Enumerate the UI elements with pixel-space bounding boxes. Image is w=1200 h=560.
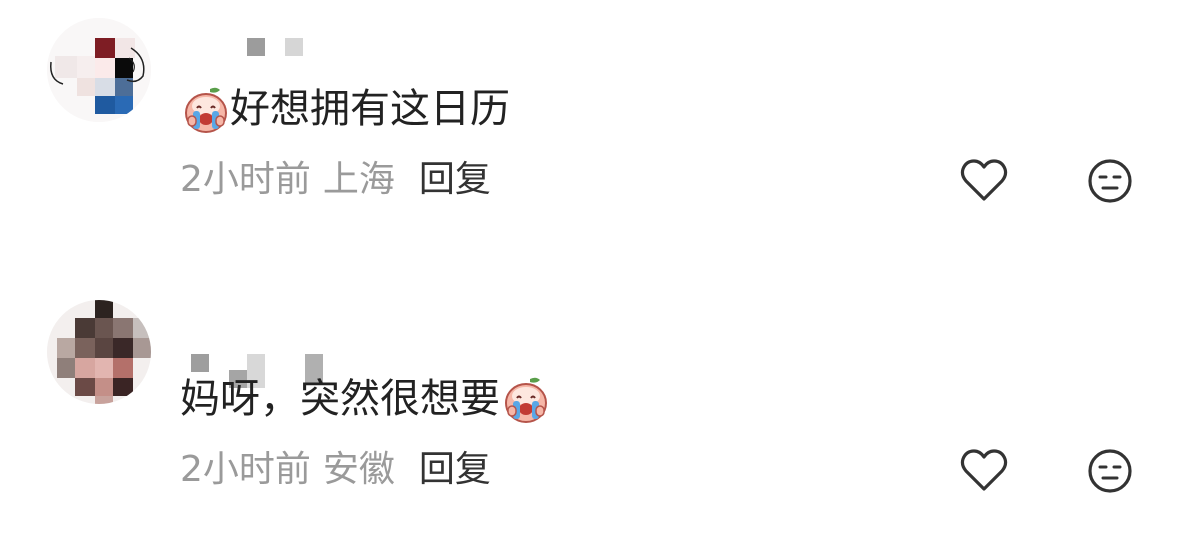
comment-meta: 2小时前 上海 回复: [180, 158, 491, 202]
reply-button[interactable]: 回复: [419, 449, 491, 490]
neutral-face-icon[interactable]: [1086, 447, 1134, 495]
comment-location: 上海: [322, 159, 395, 200]
avatar[interactable]: [47, 300, 151, 404]
reply-button[interactable]: 回复: [419, 159, 491, 200]
comment-meta: 2小时前 安徽 回复: [180, 448, 491, 492]
comment-text: 妈呀，突然很想要: [180, 376, 500, 422]
comment-location: 安徽: [322, 449, 395, 490]
comment-item: 好想拥有这日历 2小时前 上海 回复: [0, 0, 1200, 270]
avatar[interactable]: [47, 18, 151, 122]
comment-text: 好想拥有这日历: [230, 86, 510, 132]
comment-content: 好想拥有这日历: [180, 84, 510, 134]
comment-item: 妈呀，突然很想要 2小时前 安徽 回复: [0, 290, 1200, 560]
comment-time: 2小时前: [180, 449, 311, 490]
crying-peach-emoji: [500, 374, 550, 424]
username-mosaic[interactable]: [185, 320, 385, 388]
username-mosaic[interactable]: [185, 36, 385, 66]
comment-time: 2小时前: [180, 159, 311, 200]
avatar-sketch-outline: [50, 47, 145, 85]
neutral-face-icon[interactable]: [1086, 157, 1134, 205]
heart-outline-icon[interactable]: [960, 448, 1008, 492]
heart-outline-icon[interactable]: [960, 158, 1008, 202]
avatar-mosaic: [47, 300, 151, 404]
comment-content: 妈呀，突然很想要: [180, 374, 550, 424]
crying-peach-emoji: [180, 84, 230, 134]
